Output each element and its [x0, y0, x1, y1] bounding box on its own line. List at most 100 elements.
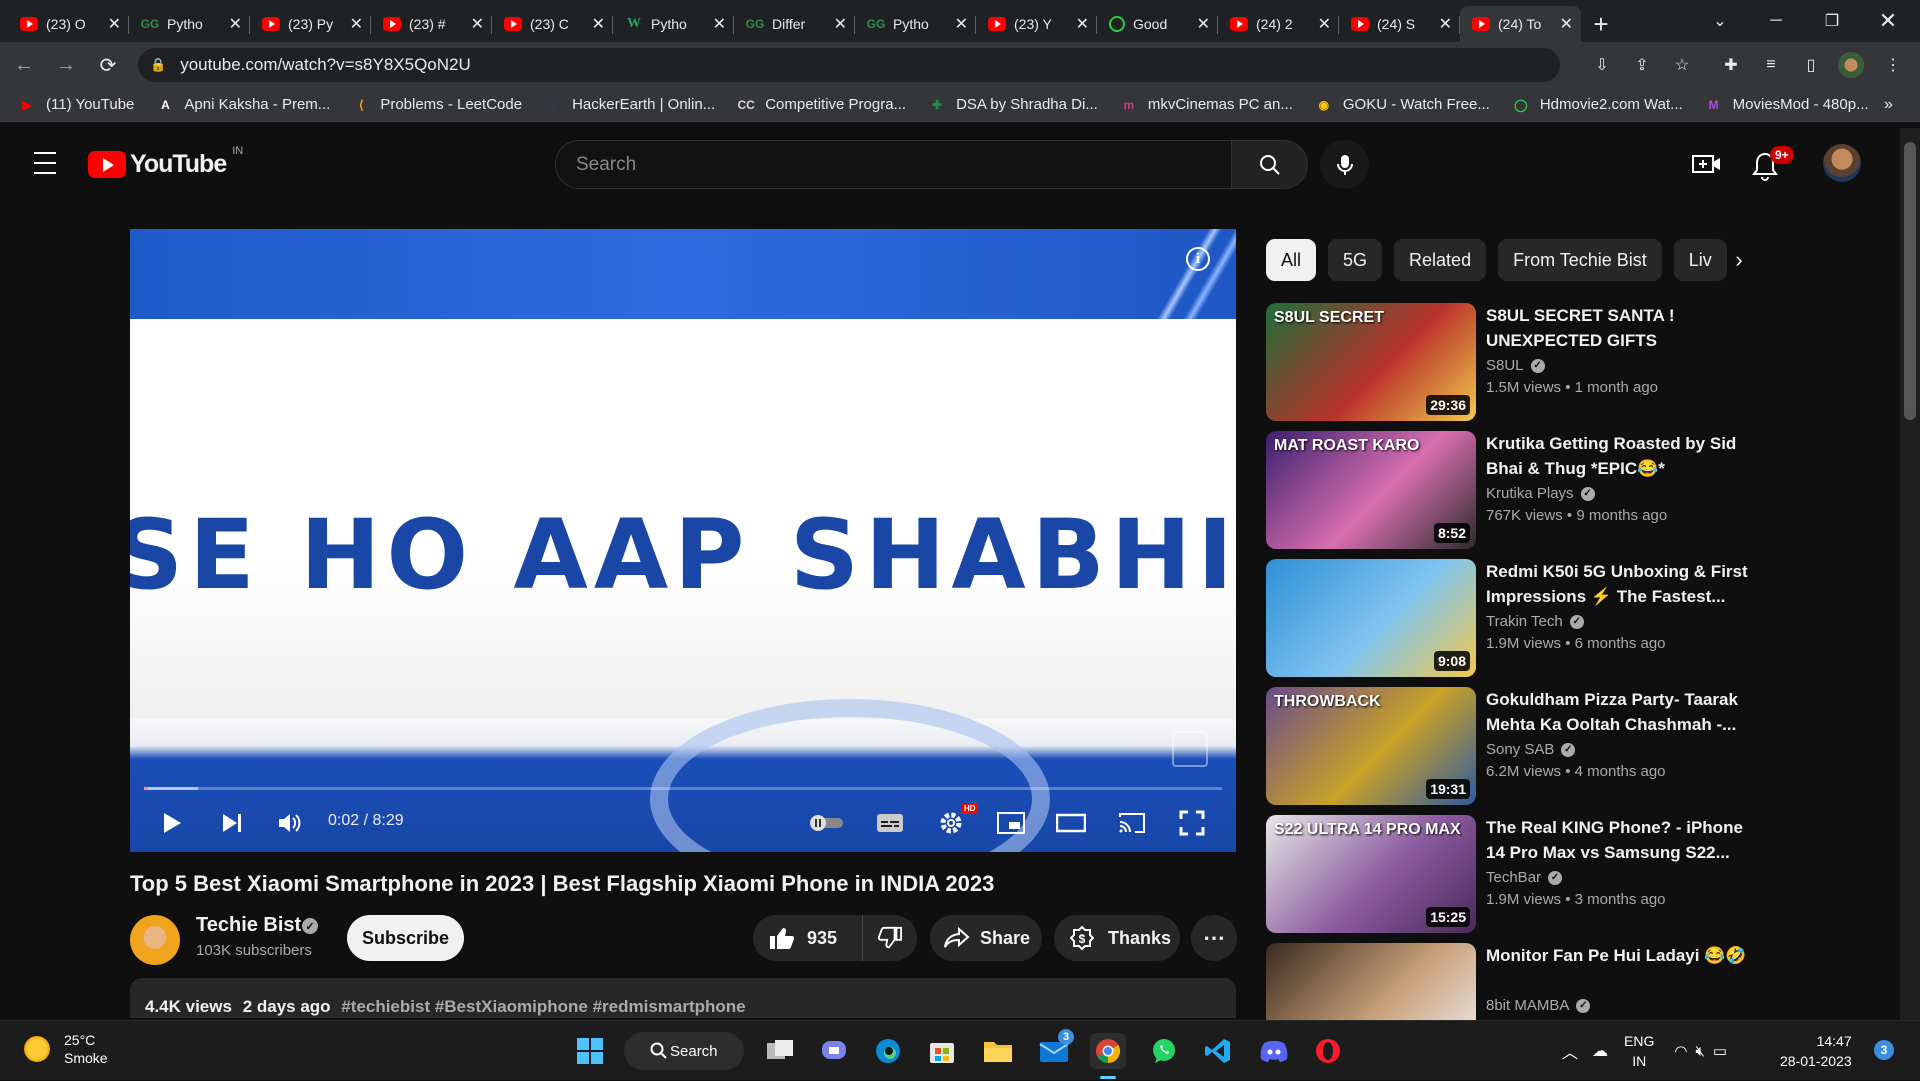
related-video-title[interactable]: Monitor Fan Pe Hui Ladayi 😂🤣 [1486, 943, 1748, 968]
youtube-logo[interactable]: YouTube IN [88, 145, 243, 179]
video-thumbnail[interactable]: MAT ROAST KARO 8:52 [1266, 431, 1476, 549]
video-player[interactable]: SE HO AAP SHABHI LO i 0:02 / 8:29 HD [130, 229, 1236, 852]
filter-chip[interactable]: 5G [1328, 239, 1383, 281]
browser-tab[interactable]: GG Pytho ✕ [855, 6, 976, 42]
teams-chat-icon[interactable] [816, 1033, 852, 1069]
fullscreen-button[interactable] [1172, 803, 1212, 843]
browser-tab[interactable]: (24) To ✕ [1460, 6, 1581, 42]
browser-tab[interactable]: (23) Py ✕ [250, 6, 371, 42]
browser-tab[interactable]: Good ✕ [1097, 6, 1218, 42]
bookmark-item[interactable]: m mkvCinemas PC an... [1120, 96, 1292, 113]
tab-close-icon[interactable]: ✕ [1560, 14, 1573, 34]
related-video-item[interactable]: 9:08 Redmi K50i 5G Unboxing & First Impre… [1266, 559, 1756, 687]
browser-tab[interactable]: (23) Y ✕ [976, 6, 1097, 42]
search-button[interactable] [1232, 140, 1308, 189]
install-app-icon[interactable]: ⇩ [1589, 52, 1615, 78]
clock[interactable]: 14:47 28-01-2023 [1780, 1031, 1852, 1071]
filter-chip[interactable]: All [1266, 239, 1317, 281]
mute-button[interactable] [270, 803, 310, 843]
browser-tab[interactable]: GG Differ ✕ [734, 6, 855, 42]
share-button[interactable]: Share [930, 915, 1042, 961]
related-video-item[interactable]: S8UL SECRET 29:36 S8UL SECRET SANTA ! UNEX… [1266, 303, 1756, 431]
profile-avatar[interactable] [1838, 52, 1864, 78]
wifi-icon[interactable]: ◠ [1674, 1042, 1687, 1060]
browser-tab[interactable]: (24) 2 ✕ [1218, 6, 1339, 42]
bookmark-item[interactable]: ● HackerEarth | Onlin... [544, 96, 715, 113]
tab-close-icon[interactable]: ✕ [592, 14, 605, 34]
side-panel-icon[interactable]: ▯ [1798, 52, 1824, 78]
related-channel[interactable]: Trakin Tech ✓ [1486, 613, 1584, 630]
scrollbar-thumb[interactable] [1904, 142, 1916, 420]
onedrive-cloud-icon[interactable]: ☁ [1592, 1041, 1608, 1061]
channel-avatar[interactable] [130, 915, 180, 965]
voice-search-button[interactable] [1320, 140, 1369, 189]
browser-tab[interactable]: (23) C ✕ [492, 6, 613, 42]
tab-close-icon[interactable]: ✕ [834, 14, 847, 34]
theater-mode-button[interactable] [1051, 803, 1091, 843]
related-channel[interactable]: Sony SAB ✓ [1486, 741, 1576, 758]
related-channel[interactable]: 8bit MAMBA ✓ [1486, 997, 1591, 1014]
description-box[interactable]: 4.4K views 2 days ago #techiebist #BestX… [130, 978, 1236, 1018]
edge-icon[interactable] [870, 1033, 906, 1069]
related-video-item[interactable]: MAT ROAST KARO 8:52 Krutika Getting Roaste… [1266, 431, 1756, 559]
related-channel[interactable]: TechBar ✓ [1486, 869, 1563, 886]
browser-tab[interactable]: (23) O ✕ [8, 6, 129, 42]
hashtags[interactable]: #techiebist #BestXiaomiphone #redmismart… [341, 997, 745, 1016]
video-thumbnail[interactable]: S8UL SECRET 29:36 [1266, 303, 1476, 421]
opera-icon[interactable] [1310, 1033, 1346, 1069]
channel-name[interactable]: Techie Bist [196, 914, 301, 937]
chrome-menu-icon[interactable]: ⋮ [1880, 52, 1906, 78]
language-indicator[interactable]: ENG IN [1624, 1031, 1654, 1071]
video-thumbnail[interactable]: THROWBACK 19:31 [1266, 687, 1476, 805]
back-button[interactable]: ← [6, 47, 42, 83]
related-video-item[interactable]: S22 ULTRA 14 PRO MAX 15:25 The Real KING P… [1266, 815, 1756, 943]
search-input[interactable]: Search [555, 140, 1232, 189]
volume-muted-icon[interactable]: 🔇︎ [1695, 1043, 1704, 1060]
vscode-icon[interactable] [1200, 1033, 1236, 1069]
filter-chip[interactable]: From Techie Bist [1498, 239, 1662, 281]
cast-button[interactable] [1112, 803, 1152, 843]
related-video-title[interactable]: S8UL SECRET SANTA ! UNEXPECTED GIFTS [1486, 303, 1748, 353]
tab-close-icon[interactable]: ✕ [471, 14, 484, 34]
share-icon[interactable]: ⇪ [1629, 52, 1655, 78]
restore-button[interactable]: ❐ [1808, 0, 1856, 42]
bookmark-star-icon[interactable]: ☆ [1669, 52, 1695, 78]
related-video-title[interactable]: Krutika Getting Roasted by Sid Bhai & Th… [1486, 431, 1748, 481]
info-icon[interactable]: i [1186, 247, 1210, 271]
related-video-item[interactable]: THROWBACK 19:31 Gokuldham Pizza Party- Taa… [1266, 687, 1756, 815]
reload-button[interactable]: ⟳ [90, 47, 126, 83]
new-tab-plus-icon[interactable]: + [1581, 6, 1621, 42]
tab-close-icon[interactable]: ✕ [1197, 14, 1210, 34]
weather-widget[interactable]: 25°C Smoke [22, 1031, 108, 1067]
tab-close-icon[interactable]: ✕ [1439, 14, 1452, 34]
video-thumbnail[interactable]: S22 ULTRA 14 PRO MAX 15:25 [1266, 815, 1476, 933]
bookmark-item[interactable]: M MoviesMod - 480p... [1705, 96, 1869, 113]
tab-close-icon[interactable]: ✕ [108, 14, 121, 34]
bookmark-item[interactable]: ◉ GOKU - Watch Free... [1315, 96, 1490, 113]
browser-tab[interactable]: (23) # ✕ [371, 6, 492, 42]
discord-icon[interactable] [1256, 1033, 1292, 1069]
bookmark-item[interactable]: ⟨ Problems - LeetCode [352, 96, 522, 113]
battery-icon[interactable]: ▭ [1713, 1042, 1727, 1060]
filter-chip[interactable]: Liv [1673, 239, 1727, 281]
filter-chip[interactable]: Related [1394, 239, 1487, 281]
more-bookmarks-chevron-icon[interactable]: » [1884, 96, 1893, 114]
related-video-title[interactable]: The Real KING Phone? - iPhone 14 Pro Max… [1486, 815, 1748, 865]
close-window-button[interactable]: ✕ [1864, 0, 1912, 42]
extensions-puzzle-icon[interactable]: ✚ [1718, 52, 1744, 78]
create-video-button[interactable] [1688, 148, 1726, 180]
forward-button[interactable]: → [48, 47, 84, 83]
bookmark-item[interactable]: ▶ (11) YouTube [18, 96, 134, 113]
whatsapp-icon[interactable] [1146, 1033, 1182, 1069]
tab-close-icon[interactable]: ✕ [1318, 14, 1331, 34]
autoplay-toggle[interactable] [802, 803, 852, 843]
file-explorer-icon[interactable] [980, 1033, 1016, 1069]
chrome-icon[interactable] [1090, 1033, 1126, 1069]
task-view-icon[interactable] [762, 1033, 798, 1069]
tab-close-icon[interactable]: ✕ [955, 14, 968, 34]
more-actions-button[interactable]: ⋯ [1191, 915, 1237, 961]
media-queue-icon[interactable]: ≡ [1758, 52, 1784, 78]
subscribe-button[interactable]: Subscribe [347, 915, 464, 961]
play-button[interactable] [152, 803, 192, 843]
related-video-title[interactable]: Redmi K50i 5G Unboxing & First Impressio… [1486, 559, 1748, 609]
